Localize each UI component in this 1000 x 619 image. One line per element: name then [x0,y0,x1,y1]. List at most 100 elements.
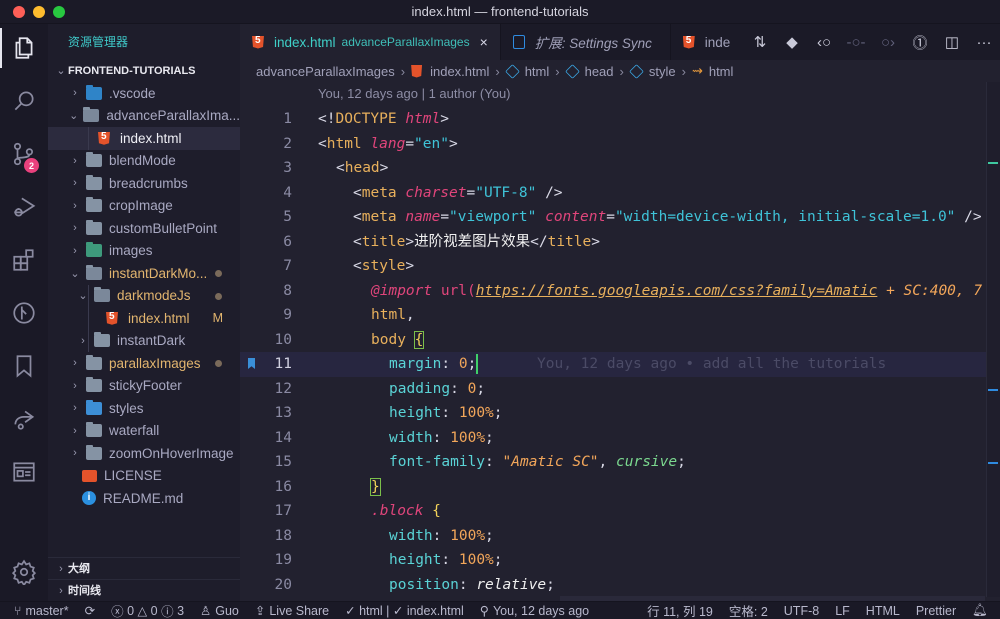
code-line: 5 <meta name="viewport" content="width=de… [240,205,988,230]
browser-preview-button[interactable] [0,448,48,496]
file-tree-item[interactable]: › breadcrumbs [48,172,240,195]
file-tree-item[interactable]: › images [48,240,240,263]
language-mode[interactable]: HTML [858,604,908,618]
code-line: 10 body { [240,328,988,353]
previous-revision-icon[interactable]: ‹○ [808,24,840,60]
problems-indicator[interactable]: ⓧ 0 △ 0 ⓘ 3 [103,601,192,619]
split-editor-icon[interactable]: ◫ [936,24,968,60]
breadcrumb-item[interactable]: html [525,64,550,79]
workspace-root-label: FRONTEND-TUTORIALS [68,65,196,77]
window-title: index.html — frontend-tutorials [411,4,589,19]
user-indicator[interactable]: ♙ Guo [192,603,247,619]
chevron-right-icon: › [73,177,77,190]
html5-icon [682,35,695,49]
code-line: 12 padding: 0; [240,377,988,402]
file-tree-item[interactable]: › zoomOnHoverImage [48,442,240,465]
outline-section[interactable]: › 大纲 [48,557,240,579]
breadcrumb-item[interactable]: head [585,64,614,79]
breadcrumb-item[interactable]: html [709,64,734,79]
file-tree-item[interactable]: › parallaxImages [48,352,240,375]
encoding[interactable]: UTF-8 [776,604,827,618]
extensions-button[interactable] [0,236,48,284]
overview-ruler[interactable] [986,82,1000,597]
next-revision-icon[interactable]: ○› [872,24,904,60]
line-number: 12 [274,380,292,397]
file-tree-item[interactable]: › customBulletPoint [48,217,240,240]
file-tree-item[interactable]: › stickyFooter [48,375,240,398]
code-text: height: 100%; [389,405,503,421]
tab-index-html[interactable]: index.html advanceParallaxImages × [240,24,501,60]
line-number: 3 [283,160,292,176]
explorer-button[interactable] [0,24,48,72]
file-tree-item[interactable]: › cropImage [48,195,240,218]
file-tree-label: blendMode [109,153,176,169]
file-tree-item[interactable]: ⌄ advanceParallaxIma... [48,105,240,128]
chevron-right-icon: › [555,63,560,79]
html-validation-status[interactable]: ✓ html | ✓ index.html [337,603,472,618]
file-tree-label: images [109,243,153,259]
cursor-position[interactable]: 行 11, 列 19 [639,601,721,619]
workspace-root[interactable]: ⌄ FRONTEND-TUTORIALS [48,60,240,82]
tab-settings-sync[interactable]: 扩展: Settings Sync [501,24,671,60]
source-control-button[interactable]: 2 [0,130,48,178]
more-actions-icon[interactable]: ··· [968,24,1000,60]
gitlens-blame-icon[interactable]: ⓵ [904,24,936,60]
breadcrumb-item[interactable]: style [649,64,676,79]
file-tree-label: .vscode [109,85,156,101]
code-text: .block { [371,503,441,519]
code-text: position: relative; [389,576,555,593]
bookmarks-button[interactable] [0,342,48,390]
info-icon: ⓘ [161,605,174,619]
end-of-line[interactable]: LF [827,604,858,618]
open-changes-icon[interactable]: ⇅ [744,24,776,60]
file-tree-item[interactable]: index.html M [48,307,240,330]
file-tree-item[interactable]: index.html [48,127,240,150]
file-tree-item[interactable]: ⌄ darkmodeJs [48,284,240,307]
code-editor[interactable]: 1 <!DOCTYPE html> 2 <html lang="en"> 3 <hea… [240,107,988,597]
timeline-section[interactable]: › 时间线 [48,579,240,601]
file-tree-item[interactable]: › instantDark [48,329,240,352]
code-text: font-family: "Amatic SC", cursive; [389,454,686,470]
file-tree-item[interactable]: › waterfall [48,420,240,443]
file-tree-item[interactable]: › styles [48,397,240,420]
git-icon[interactable]: ◆ [776,24,808,60]
settings-button[interactable] [0,548,48,596]
live-share-button[interactable] [0,395,48,443]
close-icon[interactable]: × [480,34,488,50]
branch-indicator[interactable]: ⑂ master* [0,604,77,618]
folder-icon [94,332,110,348]
indentation[interactable]: 空格: 2 [721,601,776,619]
file-tree-item[interactable]: i README.md [48,487,240,510]
file-tree-label: index.html [128,310,190,326]
run-debug-button[interactable] [0,183,48,231]
explorer-title: 资源管理器 [68,35,129,49]
breadcrumb-item[interactable]: index.html [430,64,489,79]
commit-icon[interactable]: -○- [840,24,872,60]
file-tree-item[interactable]: › .vscode [48,82,240,105]
file-tree-item[interactable]: LICENSE [48,465,240,488]
user-name: Guo [215,603,239,618]
folder-icon [86,219,102,235]
code-line: 4 <meta charset="UTF-8" /> [240,181,988,206]
sync-button[interactable]: ⟳ [77,603,103,618]
code-text: margin: 0; [389,354,479,374]
blame-status[interactable]: ⚲ You, 12 days ago [472,603,597,619]
line-number: 8 [283,282,292,299]
file-tree-item[interactable]: ⌄ instantDarkMo... [48,262,240,285]
tab-index-html-2[interactable]: inde [671,24,741,60]
search-button[interactable] [0,77,48,125]
tab-label: index.html [274,34,336,50]
line-number: 9 [283,307,292,323]
folder-open-icon [94,287,110,303]
formatter[interactable]: Prettier [908,604,964,618]
code-text: padding: 0; [389,380,486,397]
breadcrumb-item[interactable]: advanceParallaxImages [256,64,395,79]
file-tree-item[interactable]: › blendMode [48,150,240,173]
bell-icon[interactable]: 🔔︎ [964,603,1000,618]
gitlens-button[interactable] [0,289,48,337]
gitlens-icon [13,302,35,324]
license-icon [82,469,97,482]
live-share-status[interactable]: ⇪ Live Share [247,603,337,619]
code-line: 17 .block { [240,499,988,524]
codelens-blame[interactable]: You, 12 days ago | 1 author (You) [318,86,511,101]
